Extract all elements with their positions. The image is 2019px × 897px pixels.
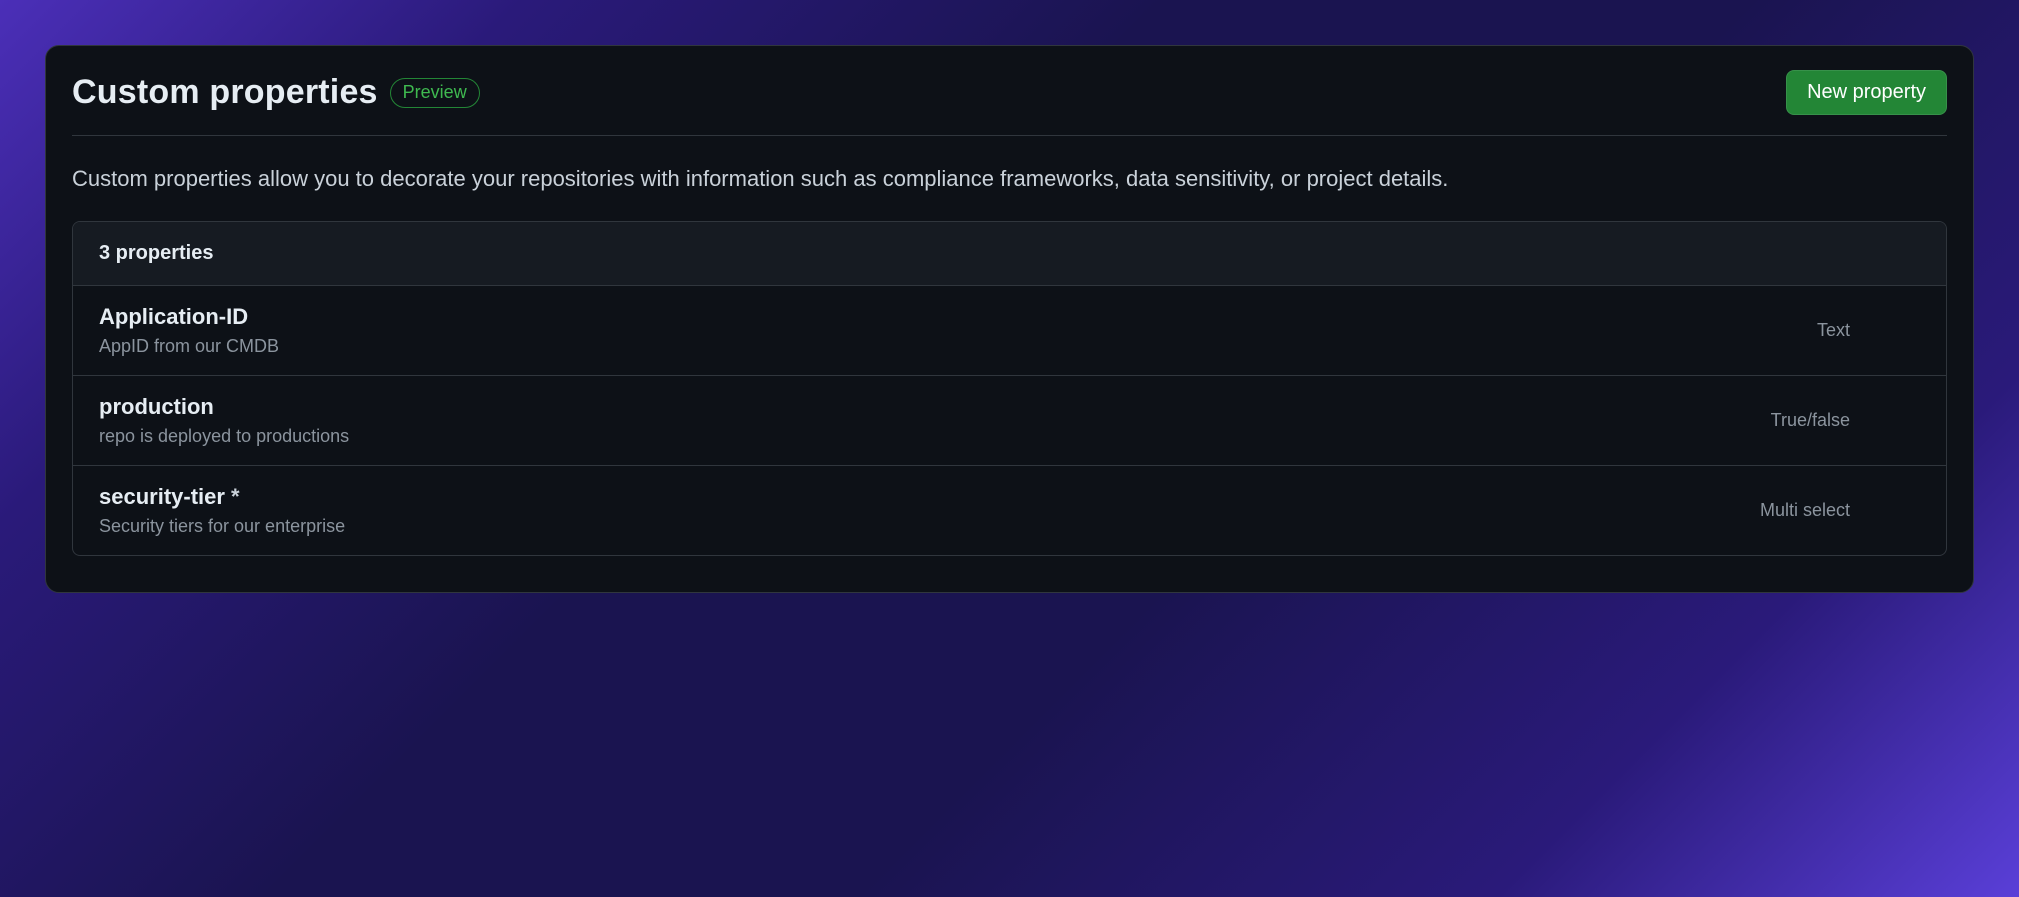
property-row[interactable]: production repo is deployed to production… [73,375,1946,465]
new-property-button[interactable]: New property [1786,70,1947,115]
property-name-text: production [99,394,214,420]
property-row-left: security-tier* Security tiers for our ent… [99,484,345,537]
custom-properties-panel: Custom properties Preview New property C… [45,45,1974,593]
properties-count: 3 properties [73,222,1946,286]
preview-badge: Preview [390,78,480,108]
title-wrap: Custom properties Preview [72,73,480,112]
property-name-text: Application-ID [99,304,248,330]
property-type: Text [1817,320,1920,341]
property-name-text: security-tier [99,484,225,510]
property-name: Application-ID [99,304,279,330]
property-description: AppID from our CMDB [99,336,279,357]
property-row-left: Application-ID AppID from our CMDB [99,304,279,357]
panel-header: Custom properties Preview New property [72,70,1947,136]
property-row[interactable]: Application-ID AppID from our CMDB Text [73,286,1946,375]
property-name: security-tier* [99,484,345,510]
property-description: Security tiers for our enterprise [99,516,345,537]
property-description: repo is deployed to productions [99,426,349,447]
page-title: Custom properties [72,73,378,112]
property-name: production [99,394,349,420]
page-description: Custom properties allow you to decorate … [72,162,1947,195]
property-row-left: production repo is deployed to production… [99,394,349,447]
required-star-icon: * [231,484,240,510]
property-type: True/false [1771,410,1920,431]
properties-list: 3 properties Application-ID AppID from ou… [72,221,1947,556]
property-type: Multi select [1760,500,1920,521]
property-row[interactable]: security-tier* Security tiers for our ent… [73,465,1946,555]
